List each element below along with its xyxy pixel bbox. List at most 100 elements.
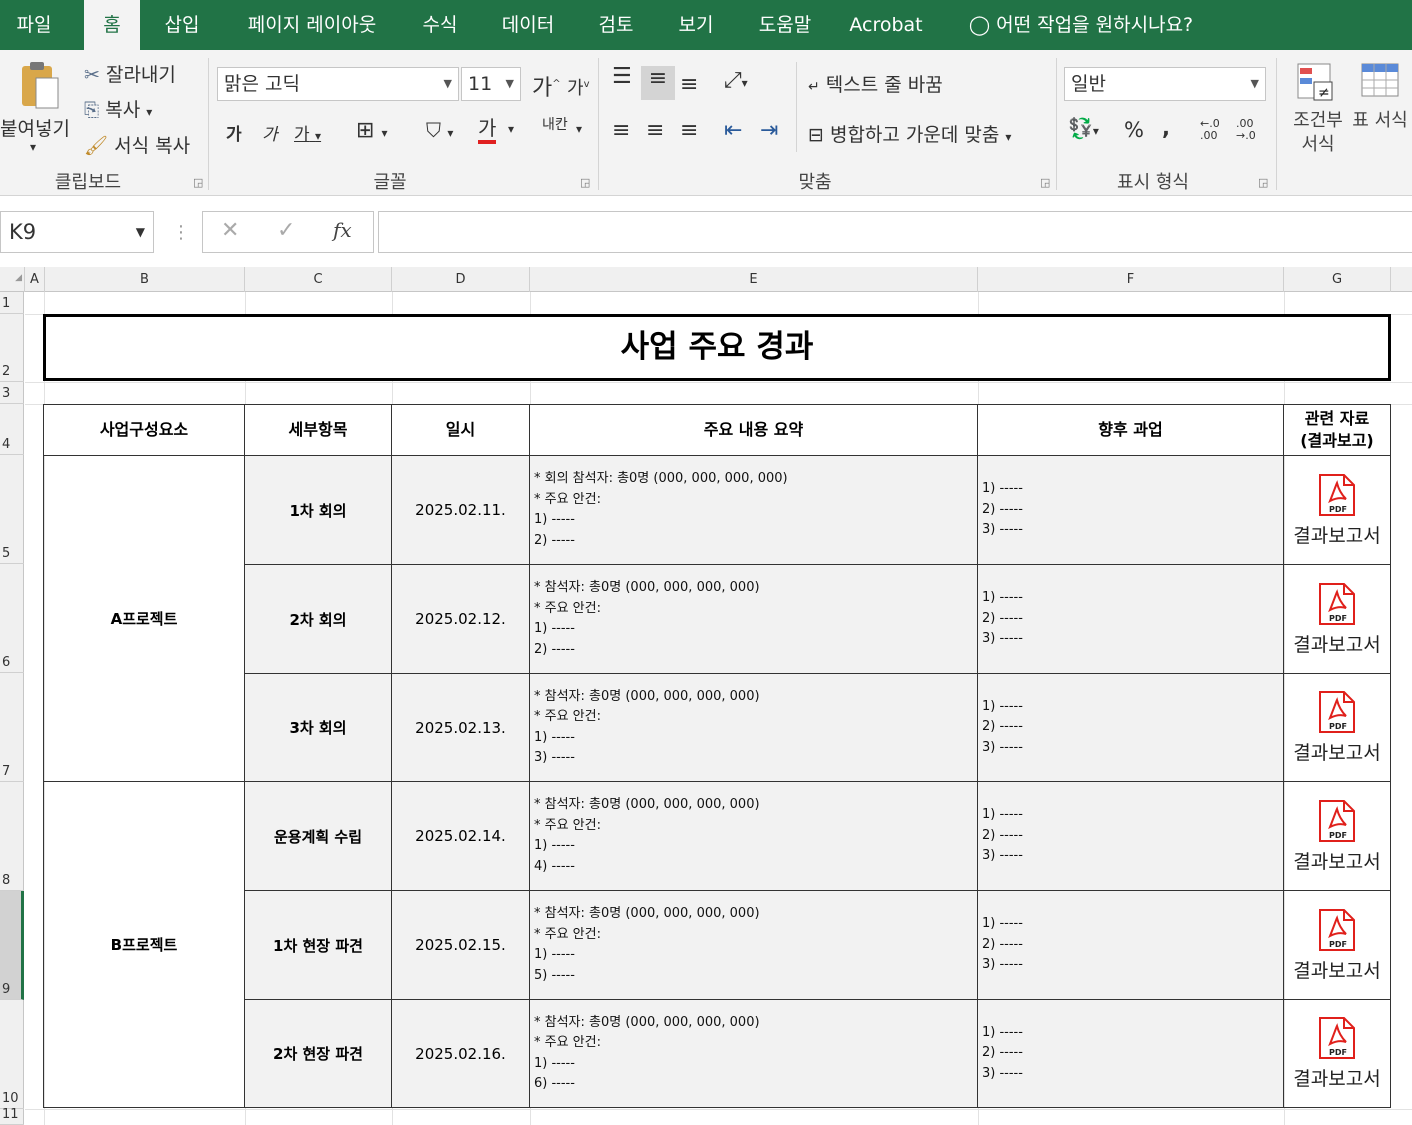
increase-decimal-button[interactable]: ←.0 .00 bbox=[1200, 118, 1232, 142]
row-header[interactable]: 5 bbox=[0, 455, 24, 564]
sheet-title[interactable]: 사업 주요 경과 bbox=[43, 314, 1391, 381]
align-top-icon[interactable]: ☰ bbox=[612, 64, 632, 89]
cut-button[interactable]: ✂ 잘라내기 bbox=[84, 60, 176, 87]
subitem-cell[interactable]: 2차 현장 파견 bbox=[245, 1000, 392, 1108]
increase-indent-icon[interactable]: ⇥ bbox=[760, 118, 778, 143]
font-size-select[interactable]: 11 ▼ bbox=[461, 67, 521, 101]
conditional-formatting-button[interactable]: ≠ 조건부 서식 bbox=[1288, 60, 1344, 157]
future-task-cell[interactable]: 1) ----- 2) ----- 3) ----- bbox=[978, 782, 1284, 891]
row-header[interactable]: 4 bbox=[0, 404, 24, 455]
future-task-cell[interactable]: 1) ----- 2) ----- 3) ----- bbox=[978, 1000, 1284, 1108]
date-cell[interactable]: 2025.02.11. bbox=[392, 456, 530, 565]
enter-icon[interactable]: ✓ bbox=[277, 218, 295, 243]
tab-file[interactable]: 파일 bbox=[0, 0, 68, 50]
date-cell[interactable]: 2025.02.16. bbox=[392, 1000, 530, 1108]
tab-page-layout[interactable]: 페이지 레이아웃 bbox=[230, 0, 394, 50]
column-header[interactable]: C bbox=[245, 267, 392, 292]
tab-help[interactable]: 도움말 bbox=[744, 0, 826, 50]
summary-cell[interactable]: * 회의 참석자: 총0명 (000, 000, 000, 000) * 주요 … bbox=[530, 456, 978, 565]
align-right-icon[interactable]: ≡ bbox=[680, 118, 698, 143]
summary-cell[interactable]: * 참석자: 총0명 (000, 000, 000, 000) * 주요 안건:… bbox=[530, 782, 978, 891]
select-all-corner[interactable]: ◢ bbox=[0, 267, 25, 292]
row-header-selected[interactable]: 9 bbox=[0, 891, 24, 1000]
cancel-icon[interactable]: ✕ bbox=[221, 218, 239, 243]
insert-function-icon[interactable]: fx bbox=[333, 218, 352, 242]
subitem-cell[interactable]: 2차 회의 bbox=[245, 565, 392, 674]
name-box[interactable]: K9 ▼ bbox=[0, 211, 154, 253]
column-header[interactable]: B bbox=[45, 267, 245, 292]
align-center-icon[interactable]: ≡ bbox=[646, 118, 664, 143]
format-painter-button[interactable]: 🖌 서식 복사 bbox=[84, 131, 190, 158]
row-header[interactable]: 10 bbox=[0, 1000, 24, 1109]
tab-data[interactable]: 데이터 bbox=[488, 0, 568, 50]
attachment-cell[interactable]: PDF 결과보고서 bbox=[1284, 456, 1391, 565]
chevron-down-icon[interactable]: ▾ bbox=[508, 122, 514, 136]
row-header[interactable]: 6 bbox=[0, 564, 24, 673]
grow-font-button[interactable]: 가^ bbox=[532, 70, 561, 102]
font-name-select[interactable]: 맑은 고딕 ▼ bbox=[217, 67, 459, 101]
attachment-cell[interactable]: PDF 결과보고서 bbox=[1284, 782, 1391, 891]
decrease-indent-icon[interactable]: ⇤ bbox=[724, 118, 742, 143]
subitem-cell[interactable]: 3차 회의 bbox=[245, 674, 392, 782]
chevron-down-icon[interactable]: ▾ bbox=[576, 122, 582, 136]
align-middle-icon[interactable]: ≡ bbox=[641, 66, 675, 100]
orientation-icon[interactable]: ⤢▾ bbox=[724, 68, 748, 93]
merge-center-button[interactable]: ⊟ 병합하고 가운데 맞춤 ▾ bbox=[808, 120, 1011, 147]
tab-view[interactable]: 보기 bbox=[664, 0, 728, 50]
percent-button[interactable]: % bbox=[1124, 118, 1144, 142]
summary-cell[interactable]: * 참석자: 총0명 (000, 000, 000, 000) * 주요 안건:… bbox=[530, 565, 978, 674]
dialog-launcher-icon[interactable]: ◲ bbox=[1040, 176, 1050, 189]
summary-cell[interactable]: * 참석자: 총0명 (000, 000, 000, 000) * 주요 안건:… bbox=[530, 1000, 978, 1108]
align-bottom-icon[interactable]: ≡ bbox=[680, 72, 698, 97]
underline-button[interactable]: 가 ▾ bbox=[294, 120, 321, 145]
future-task-cell[interactable]: 1) ----- 2) ----- 3) ----- bbox=[978, 565, 1284, 674]
dialog-launcher-icon[interactable]: ◲ bbox=[580, 176, 590, 189]
attachment-cell[interactable]: PDF 결과보고서 bbox=[1284, 1000, 1391, 1108]
column-header[interactable]: D bbox=[392, 267, 530, 292]
column-header[interactable]: F bbox=[978, 267, 1284, 292]
tab-home[interactable]: 홈 bbox=[84, 0, 140, 50]
attachment-cell[interactable]: PDF 결과보고서 bbox=[1284, 674, 1391, 782]
column-header[interactable]: G bbox=[1284, 267, 1391, 292]
row-header[interactable]: 11 bbox=[0, 1107, 24, 1125]
column-header[interactable]: E bbox=[530, 267, 978, 292]
dialog-launcher-icon[interactable]: ◲ bbox=[193, 176, 203, 189]
subitem-cell[interactable]: 1차 현장 파견 bbox=[245, 891, 392, 1000]
format-as-table-button[interactable]: 표 서식 bbox=[1352, 60, 1408, 133]
subitem-cell[interactable]: 운용계획 수립 bbox=[245, 782, 392, 891]
attachment-cell[interactable]: PDF 결과보고서 bbox=[1284, 891, 1391, 1000]
number-format-select[interactable]: 일반 ▼ bbox=[1064, 67, 1266, 101]
subitem-cell[interactable]: 1차 회의 bbox=[245, 456, 392, 565]
group-cell[interactable]: A프로젝트 bbox=[44, 456, 245, 782]
summary-cell[interactable]: * 참석자: 총0명 (000, 000, 000, 000) * 주요 안건:… bbox=[530, 891, 978, 1000]
bold-button[interactable]: 가 bbox=[226, 120, 242, 145]
phonetic-button[interactable]: 내칸 bbox=[542, 118, 572, 133]
row-header[interactable]: 1 bbox=[0, 292, 24, 314]
date-cell[interactable]: 2025.02.14. bbox=[392, 782, 530, 891]
summary-cell[interactable]: * 참석자: 총0명 (000, 000, 000, 000) * 주요 안건:… bbox=[530, 674, 978, 782]
accounting-format-icon[interactable]: 💱▾ bbox=[1068, 116, 1099, 140]
date-cell[interactable]: 2025.02.13. bbox=[392, 674, 530, 782]
dialog-launcher-icon[interactable]: ◲ bbox=[1258, 176, 1268, 189]
tell-me-box[interactable]: ◯ 어떤 작업을 원하시나요? bbox=[956, 0, 1206, 50]
tab-review[interactable]: 검토 bbox=[584, 0, 648, 50]
align-left-icon[interactable]: ≡ bbox=[612, 118, 630, 143]
column-header[interactable]: A bbox=[25, 267, 45, 292]
tab-acrobat[interactable]: Acrobat bbox=[842, 0, 930, 50]
date-cell[interactable]: 2025.02.12. bbox=[392, 565, 530, 674]
borders-button[interactable]: ⊞ ▾ bbox=[356, 118, 387, 143]
header-cell[interactable]: 관련 자료 (결과보고) bbox=[1284, 405, 1391, 456]
attachment-cell[interactable]: PDF 결과보고서 bbox=[1284, 565, 1391, 674]
future-task-cell[interactable]: 1) ----- 2) ----- 3) ----- bbox=[978, 891, 1284, 1000]
future-task-cell[interactable]: 1) ----- 2) ----- 3) ----- bbox=[978, 456, 1284, 565]
formula-input[interactable] bbox=[378, 211, 1412, 253]
row-header[interactable]: 2 bbox=[0, 314, 24, 382]
decrease-decimal-button[interactable]: .00 →.0 bbox=[1236, 118, 1268, 142]
header-cell[interactable]: 주요 내용 요약 bbox=[530, 405, 978, 456]
header-cell[interactable]: 사업구성요소 bbox=[44, 405, 245, 456]
wrap-text-button[interactable]: ↵ 텍스트 줄 바꿈 bbox=[808, 70, 943, 97]
shrink-font-button[interactable]: 가v bbox=[567, 74, 589, 100]
font-color-button[interactable]: 가 bbox=[478, 116, 497, 144]
row-header[interactable]: 8 bbox=[0, 782, 24, 891]
header-cell[interactable]: 일시 bbox=[392, 405, 530, 456]
